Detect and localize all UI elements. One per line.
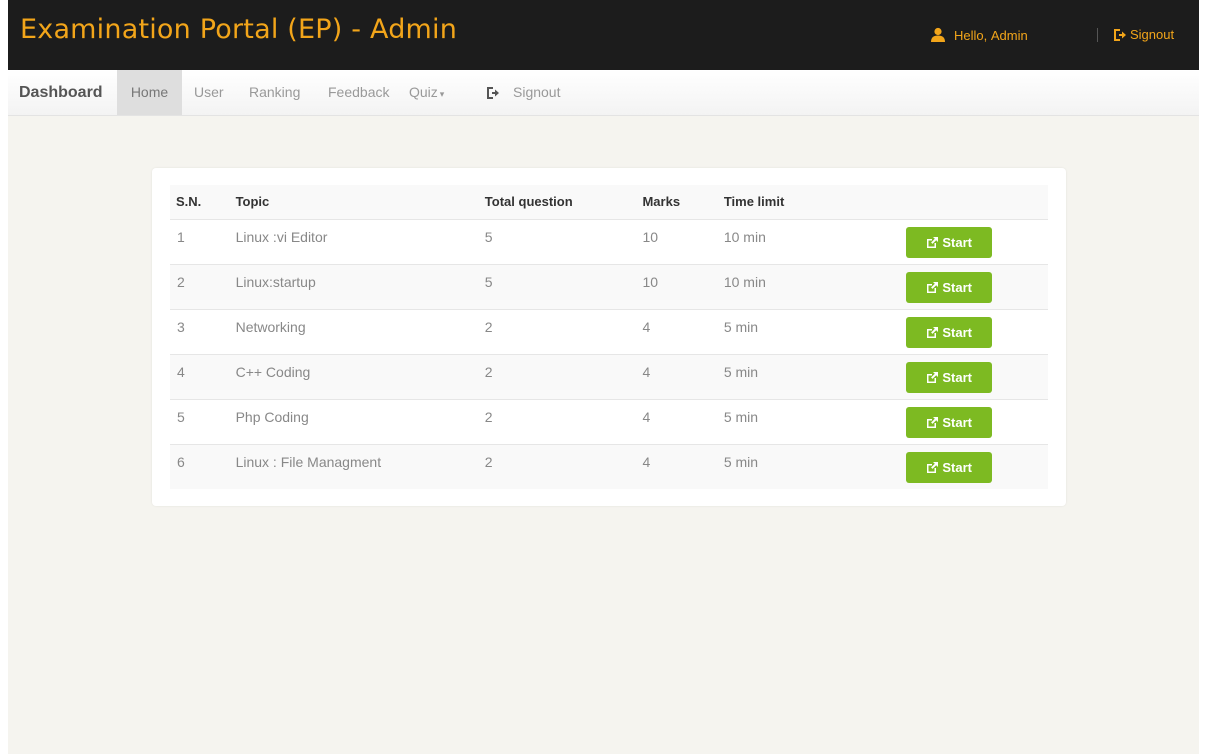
start-quiz-button[interactable]: Start (906, 406, 993, 438)
cell-action: Start (891, 219, 1048, 264)
cell-marks: 4 (642, 398, 724, 444)
page-frame-left (0, 0, 8, 754)
table-row: 3 Networking 2 4 5 min Start (170, 308, 1048, 354)
log-out-icon (487, 86, 499, 99)
start-button-label: Start (942, 234, 972, 250)
cell-time-limit: 5 min (723, 353, 892, 399)
nav-item-user[interactable]: User (194, 70, 224, 115)
share-square-icon (927, 236, 939, 248)
cell-action: Start (891, 353, 1048, 399)
table-row: 2 Linux:startup 5 10 10 min Start (170, 263, 1048, 309)
start-quiz-button[interactable]: Start (906, 361, 993, 393)
cell-topic: Linux : File Managment (235, 443, 485, 489)
page-frame-right (1199, 0, 1206, 754)
cell-sn: 1 (177, 228, 185, 245)
cell-total-question: 2 (484, 308, 643, 354)
cell-sn: 2 (170, 263, 236, 309)
nav-item-feedback[interactable]: Feedback (328, 70, 389, 115)
nav-item-signout[interactable]: Signout (486, 70, 560, 115)
cell-topic: C++ Coding (235, 353, 485, 399)
share-square-icon (927, 416, 939, 428)
start-button-label: Start (942, 459, 972, 475)
start-quiz-button[interactable]: Start (906, 451, 993, 483)
navbar-brand[interactable]: Dashboard (19, 84, 103, 102)
start-quiz-button[interactable]: Start (906, 226, 993, 258)
top-header: Examination Portal (EP) - Admin Hello, A… (8, 0, 1199, 70)
cell-total-question: 2 (484, 443, 643, 489)
col-header-time-limit: Time limit (723, 185, 892, 220)
cell-sn: 5 (170, 398, 236, 444)
col-header-topic: Topic (235, 185, 485, 220)
nav-quiz-label: Quiz (409, 84, 438, 100)
nav-item-quiz-dropdown[interactable]: Quiz ▾ (409, 70, 444, 115)
share-square-icon (927, 461, 939, 473)
cell-time-limit: 10 min (723, 263, 892, 309)
start-button-label: Start (942, 324, 972, 340)
main-navbar: Dashboard Home User Ranking Feedback Qui… (8, 70, 1199, 116)
start-button-label: Start (942, 414, 972, 430)
cell-total-question: 2 (484, 398, 643, 444)
nav-item-home[interactable]: Home (117, 70, 182, 115)
col-header-total-question: Total question (484, 185, 643, 220)
cell-action: Start (891, 263, 1048, 309)
cell-topic: Linux:startup (235, 263, 485, 309)
quiz-panel: S.N. Topic Total question Marks Time lim… (152, 168, 1066, 506)
share-square-icon (927, 281, 939, 293)
quiz-table: S.N. Topic Total question Marks Time lim… (170, 185, 1048, 489)
cell-marks: 10 (642, 263, 724, 309)
start-button-label: Start (942, 279, 972, 295)
cell-sn: 4 (170, 353, 236, 399)
nav-item-ranking[interactable]: Ranking (249, 70, 300, 115)
cell-time-limit: 5 min (723, 398, 892, 444)
header-divider (1097, 28, 1098, 42)
cell-action: Start (891, 308, 1048, 354)
caret-down-icon: ▾ (439, 89, 445, 99)
share-square-icon (927, 371, 939, 383)
start-quiz-button[interactable]: Start (906, 316, 993, 348)
cell-marks: 4 (642, 308, 724, 354)
log-out-icon (1114, 28, 1126, 41)
cell-total-question: 5 (484, 263, 643, 309)
app-title: Examination Portal (EP) - Admin (20, 14, 458, 45)
col-header-marks: Marks (642, 185, 724, 220)
cell-marks: 10 (642, 228, 659, 245)
header-signout-label: Signout (1130, 27, 1175, 42)
start-button-label: Start (942, 369, 972, 385)
cell-topic: Networking (235, 308, 485, 354)
cell-time-limit: 5 min (723, 443, 892, 489)
table-row: 4 C++ Coding 2 4 5 min Start (170, 353, 1048, 399)
cell-marks: 4 (642, 443, 724, 489)
cell-sn: 6 (170, 443, 236, 489)
user-greeting[interactable]: Hello, Admin (930, 27, 1028, 43)
nav-signout-label: Signout (513, 84, 561, 100)
cell-action: Start (891, 398, 1048, 444)
share-square-icon (927, 326, 939, 338)
cell-topic: Php Coding (235, 398, 485, 444)
start-quiz-button[interactable]: Start (906, 271, 993, 303)
cell-sn: 3 (170, 308, 236, 354)
cell-topic: Linux :vi Editor (235, 228, 328, 245)
cell-time-limit: 10 min (723, 228, 766, 245)
table-row: 5 Php Coding 2 4 5 min Start (170, 398, 1048, 444)
cell-marks: 4 (642, 353, 724, 399)
col-header-sn: S.N. (170, 185, 236, 220)
table-row: 1 Linux :vi Editor 5 10 10 min Start (170, 219, 1048, 264)
cell-time-limit: 5 min (723, 308, 892, 354)
greeting-text: Hello, (954, 27, 988, 43)
cell-total-question: 2 (484, 353, 643, 399)
table-row: 6 Linux : File Managment 2 4 5 min Start (170, 443, 1048, 489)
user-icon (931, 27, 945, 42)
cell-total-question: 5 (484, 228, 493, 245)
col-header-action (891, 185, 1048, 220)
cell-action: Start (891, 443, 1048, 489)
username-text: Admin (990, 27, 1028, 43)
header-signout-link[interactable]: Signout (1113, 27, 1174, 42)
table-header-row: S.N. Topic Total question Marks Time lim… (170, 185, 1048, 220)
